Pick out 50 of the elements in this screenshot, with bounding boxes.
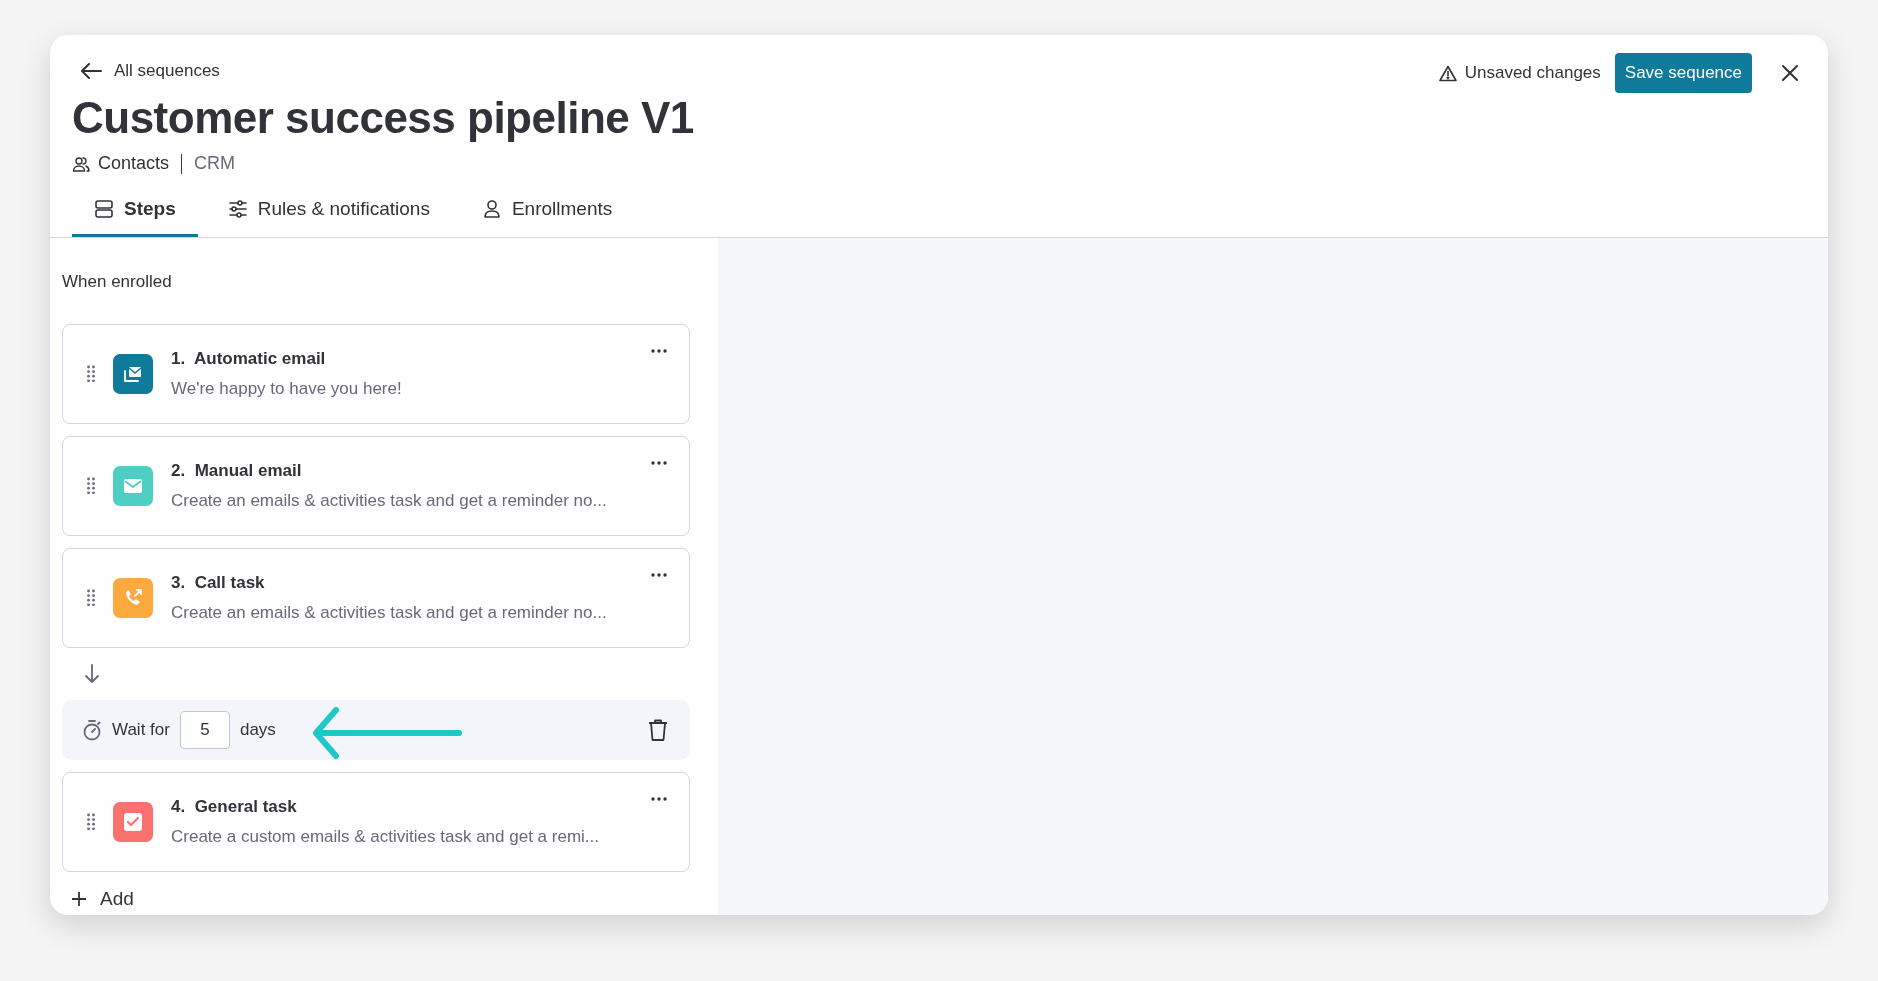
envelope-icon [123,478,143,494]
back-arrow-icon [80,62,102,80]
close-icon [1780,63,1800,83]
drag-handle-icon[interactable] [87,477,95,495]
back-link-text[interactable]: All sequences [114,61,220,81]
drag-handle-icon[interactable] [87,589,95,607]
stopwatch-icon [82,719,102,741]
tab[interactable]: Rules & notifications [205,186,452,237]
step-description: Create an emails & activities task and get a reminder no... [171,603,607,623]
trigger-label: When enrolled [62,272,173,292]
save-button[interactable]: Save sequence [1614,53,1752,93]
more-icon [651,573,667,577]
step-title: 4. General task [171,797,297,817]
plus-icon [72,892,86,906]
person-icon [481,199,502,219]
sliders-icon [227,199,248,219]
warning-icon [1438,64,1457,82]
tab[interactable]: Steps [72,186,198,237]
step-card[interactable]: 1. Automatic email We're happy to have you here! [62,324,690,424]
more-icon [651,349,667,353]
step-card[interactable]: 2. Manual email Create an emails & activities task and get a reminder no... [62,436,690,536]
app-label: CRM [194,153,236,174]
wait-label: Wait for [112,720,170,740]
days-input[interactable]: 5 [179,711,230,749]
step-title: 1. Automatic email [171,349,326,369]
back-link[interactable]: All sequences [72,57,228,85]
sequence-title: Customer success pipeline V1 [72,93,695,143]
step-card[interactable]: 3. Call task Create an emails & activities task and get a reminder no... [62,548,690,648]
checkbox-icon [123,812,143,832]
step-card[interactable]: 4. General task Create a custom emails & activities task and get a remi... [62,772,690,872]
down-arrow-icon [84,664,100,684]
object-label: Contacts [98,153,170,174]
drag-handle-icon[interactable] [87,365,95,383]
more-icon [651,797,667,801]
step-title: 3. Call task [171,573,265,593]
more-icon [651,461,667,465]
drag-handle-icon[interactable] [87,813,95,831]
step-title: 2. Manual email [171,461,302,481]
step-description: Create a custom emails & activities task and get a remi... [171,827,599,847]
annotation-arrow-icon [312,706,462,760]
trash-icon [648,719,668,741]
add-button[interactable]: Add [62,884,144,914]
step-description: Create an emails & activities task and get a reminder no... [171,491,607,511]
step-description: We're happy to have you here! [171,379,402,399]
people-icon [72,154,90,173]
unit-label: days [239,720,276,740]
delete-button[interactable] [646,717,670,743]
unsaved-status: Unsaved changes [1464,63,1601,83]
tab[interactable]: Enrollments [459,186,635,237]
stack-icon [94,199,114,219]
